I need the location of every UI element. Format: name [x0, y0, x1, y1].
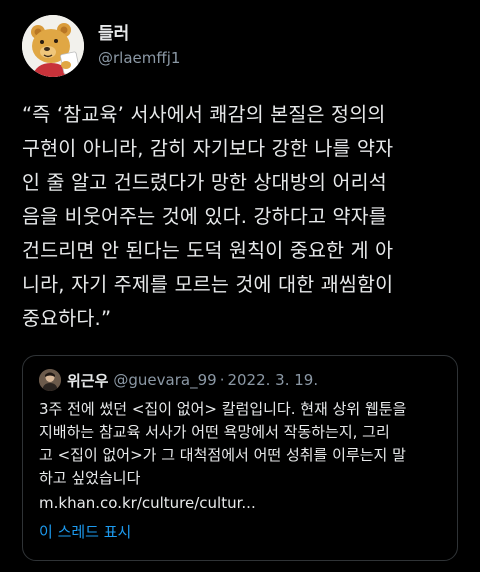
quote-author-avatar [39, 369, 61, 391]
bear-avatar-icon [22, 15, 84, 77]
quoted-tweet-header: 위근우 @guevara_99 · 2022. 3. 19. [39, 368, 318, 392]
quote-author-display-name: 위근우 [67, 371, 109, 390]
tweet: 들러 @rlaemffj1 “즉 ‘참교육’ 서사에서 쾌감의 본질은 정의의 … [0, 0, 480, 572]
author-names: 들러 @rlaemffj1 [98, 23, 180, 69]
tweet-text: “즉 ‘참교육’ 서사에서 쾌감의 본질은 정의의 구현이 아니라, 감히 자기… [22, 103, 394, 330]
author-handle[interactable]: @rlaemffj1 [98, 47, 180, 69]
show-thread-link[interactable]: 이 스레드 표시 [39, 521, 131, 544]
author-display-name[interactable]: 들러 [98, 23, 180, 45]
quote-author-handle: @guevara_99 [113, 371, 217, 389]
tweet-header: 들러 @rlaemffj1 [22, 14, 180, 78]
author-avatar[interactable] [22, 15, 84, 77]
quoted-tweet-link[interactable]: m.khan.co.kr/culture/cultur... [39, 492, 256, 515]
quote-date: 2022. 3. 19. [227, 371, 319, 389]
quoted-tweet-card[interactable]: 위근우 @guevara_99 · 2022. 3. 19. 3주 전에 썼던 … [22, 355, 458, 561]
quoted-tweet-text: 3주 전에 썼던 <집이 없어> 칼럼입니다. 현재 상위 웹툰을 지배하는 참… [39, 400, 407, 487]
quote-separator: · [219, 371, 225, 389]
person-avatar-icon [39, 369, 61, 391]
